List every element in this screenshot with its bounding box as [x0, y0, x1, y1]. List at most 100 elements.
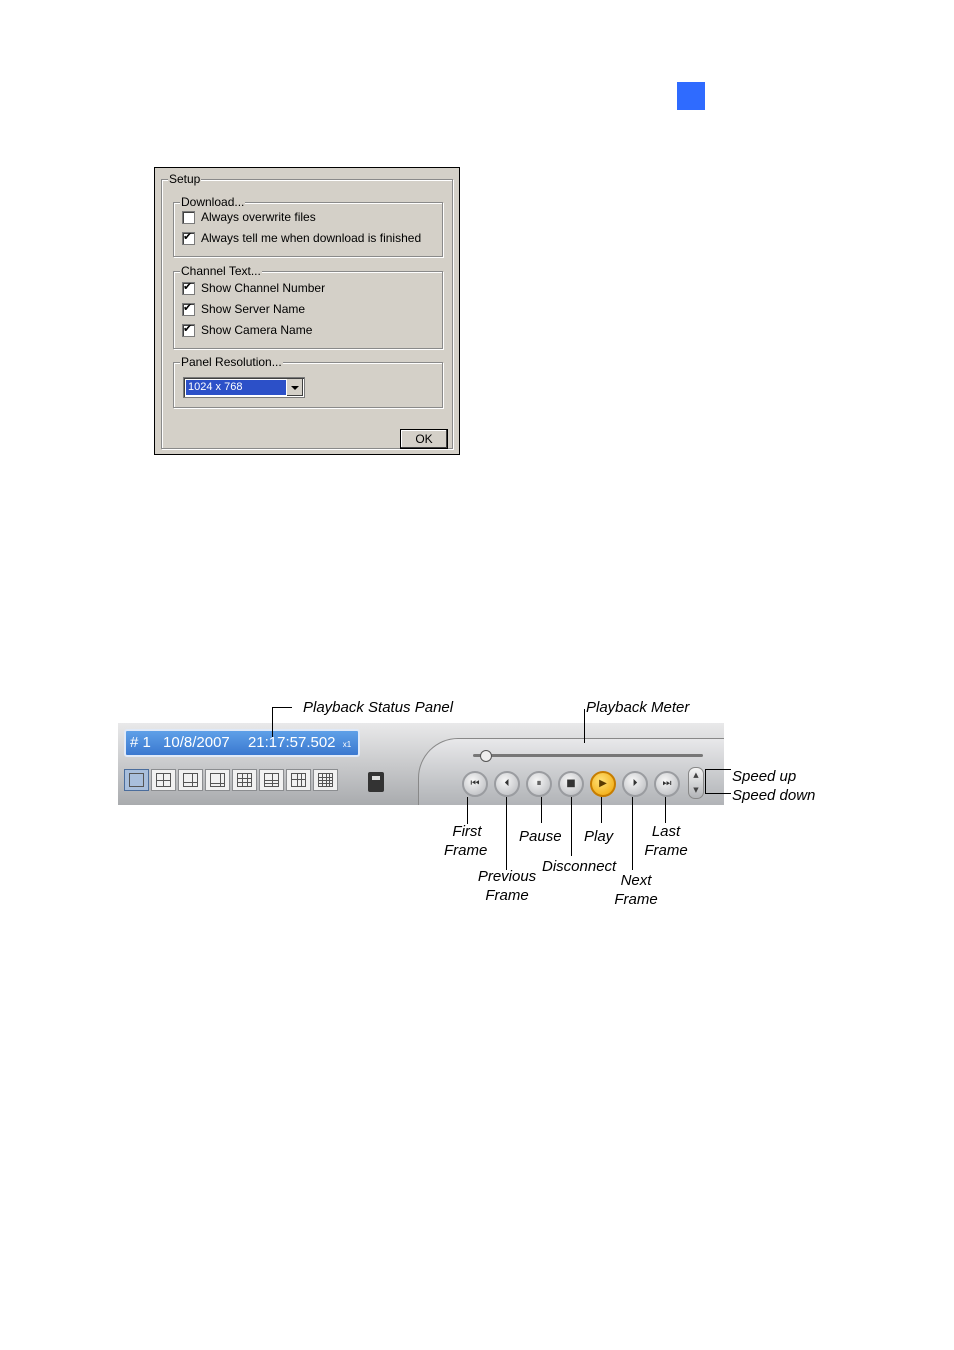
layout-9-icon — [237, 773, 252, 787]
callout-first-frame-l2: Frame — [444, 842, 488, 859]
callout-previous-frame-l2: Frame — [485, 887, 529, 904]
layout-1-icon — [129, 773, 144, 787]
layout-10-button[interactable] — [259, 769, 284, 791]
callout-speed-down: Speed down — [732, 787, 816, 804]
playback-speed: x1 — [342, 740, 352, 749]
callout-line-pause — [541, 797, 542, 823]
speed-down-icon[interactable]: ▼ — [689, 783, 703, 798]
disconnect-button[interactable]: ■ — [558, 771, 584, 797]
layout-8-icon — [210, 773, 225, 787]
callout-last-frame-l1: Last — [651, 823, 681, 840]
callout-last-frame-l2: Frame — [644, 842, 688, 859]
play-button[interactable]: ▶ — [590, 771, 616, 797]
notify-download-label: Always tell me when download is finished — [201, 231, 422, 245]
last-frame-icon: ⏭ — [662, 778, 672, 789]
channel-text-group: Channel Text... Show Channel Number Show… — [173, 264, 443, 349]
show-server-name-label: Show Server Name — [201, 302, 306, 316]
layout-13-button[interactable] — [286, 769, 311, 791]
callout-next-frame-l1: Next — [620, 872, 652, 889]
callout-next-frame: Next Frame — [611, 871, 661, 909]
notify-download-checkbox[interactable] — [182, 230, 195, 245]
overwrite-files-option[interactable]: Always overwrite files — [182, 209, 316, 225]
next-frame-icon: ⏵ — [632, 778, 638, 789]
show-server-name-checkbox[interactable] — [182, 301, 195, 316]
screen-layout-buttons — [124, 769, 340, 791]
play-icon: ▶ — [599, 778, 607, 789]
pause-button[interactable]: ⏸ — [526, 771, 552, 797]
callout-line-first — [467, 797, 468, 824]
callout-first-frame: First Frame — [444, 822, 487, 860]
callout-status-panel: Playback Status Panel — [303, 699, 454, 716]
setup-group: Setup Download... Always overwrite files… — [161, 172, 453, 449]
callout-next-frame-l2: Frame — [614, 891, 658, 908]
show-camera-name-label: Show Camera Name — [201, 323, 313, 337]
speed-control[interactable]: ▲ ▼ — [688, 767, 704, 799]
resolution-select[interactable]: 1024 x 768 — [183, 377, 305, 398]
show-channel-number-label: Show Channel Number — [201, 281, 326, 295]
show-server-name-option[interactable]: Show Server Name — [182, 301, 305, 317]
callout-line-play — [601, 797, 602, 823]
download-group-label: Download... — [180, 195, 246, 209]
show-channel-number-checkbox[interactable] — [182, 280, 195, 295]
callout-line-next — [632, 797, 633, 870]
layout-4-button[interactable] — [151, 769, 176, 791]
layout-13-icon — [291, 773, 306, 787]
callout-line-speed — [705, 769, 706, 794]
callout-meter: Playback Meter — [586, 699, 690, 716]
layout-6-icon — [183, 773, 198, 787]
setup-dialog: Setup Download... Always overwrite files… — [154, 167, 460, 455]
speed-up-icon[interactable]: ▲ — [689, 768, 703, 783]
resolution-selected-value: 1024 x 768 — [186, 380, 286, 395]
chevron-down-icon[interactable] — [286, 379, 303, 396]
callout-first-frame-l1: First — [452, 823, 482, 840]
callout-disconnect: Disconnect — [542, 858, 617, 875]
ok-button[interactable]: OK — [400, 429, 448, 449]
first-frame-button[interactable]: ⏮ — [462, 771, 488, 797]
callout-pause: Pause — [519, 828, 562, 845]
book-icon[interactable] — [368, 772, 384, 792]
layout-10-icon — [264, 773, 279, 787]
previous-frame-button[interactable]: ⏴ — [494, 771, 520, 797]
playback-time: 21:17:57.502 — [247, 734, 336, 751]
show-channel-number-option[interactable]: Show Channel Number — [182, 280, 325, 296]
pause-icon: ⏸ — [536, 778, 542, 789]
playback-status-panel: # 1 10/8/2007 21:17:57.502 x1 — [124, 729, 360, 757]
callout-line-status — [272, 707, 273, 737]
callout-line-last — [665, 797, 666, 823]
callout-line-speed-up — [705, 769, 731, 770]
callout-line-disconnect — [571, 797, 572, 856]
layout-4-icon — [156, 773, 171, 787]
layout-6-button[interactable] — [178, 769, 203, 791]
layout-16-icon — [318, 773, 333, 787]
previous-frame-icon: ⏴ — [504, 778, 510, 789]
last-frame-button[interactable]: ⏭ — [654, 771, 680, 797]
layout-9-button[interactable] — [232, 769, 257, 791]
section-marker — [677, 82, 705, 110]
playback-meter[interactable] — [473, 754, 703, 757]
playback-date: 10/8/2007 — [163, 734, 230, 751]
playback-meter-knob[interactable] — [479, 750, 492, 762]
layout-8-button[interactable] — [205, 769, 230, 791]
callout-line-speed-down — [705, 793, 731, 794]
channel-number: # 1 — [130, 734, 151, 751]
callout-play: Play — [584, 828, 614, 845]
callout-previous-frame-l1: Previous — [477, 868, 537, 885]
show-camera-name-option[interactable]: Show Camera Name — [182, 322, 312, 338]
layout-1-button[interactable] — [124, 769, 149, 791]
show-camera-name-checkbox[interactable] — [182, 322, 195, 337]
first-frame-icon: ⏮ — [470, 778, 480, 789]
callout-previous-frame: Previous Frame — [475, 867, 539, 905]
next-frame-button[interactable]: ⏵ — [622, 771, 648, 797]
panel-resolution-group: Panel Resolution... 1024 x 768 — [173, 355, 443, 408]
overwrite-files-label: Always overwrite files — [201, 210, 316, 224]
overwrite-files-checkbox[interactable] — [182, 210, 195, 224]
callout-line-previous — [506, 797, 507, 870]
layout-16-button[interactable] — [313, 769, 338, 791]
callout-speed-up: Speed up — [732, 768, 797, 785]
channel-text-group-label: Channel Text... — [180, 264, 262, 278]
notify-download-option[interactable]: Always tell me when download is finished — [182, 230, 421, 246]
callout-line-status-h — [272, 707, 292, 708]
panel-resolution-group-label: Panel Resolution... — [180, 355, 283, 369]
stop-icon: ■ — [566, 778, 576, 789]
callout-line-meter — [584, 709, 585, 743]
